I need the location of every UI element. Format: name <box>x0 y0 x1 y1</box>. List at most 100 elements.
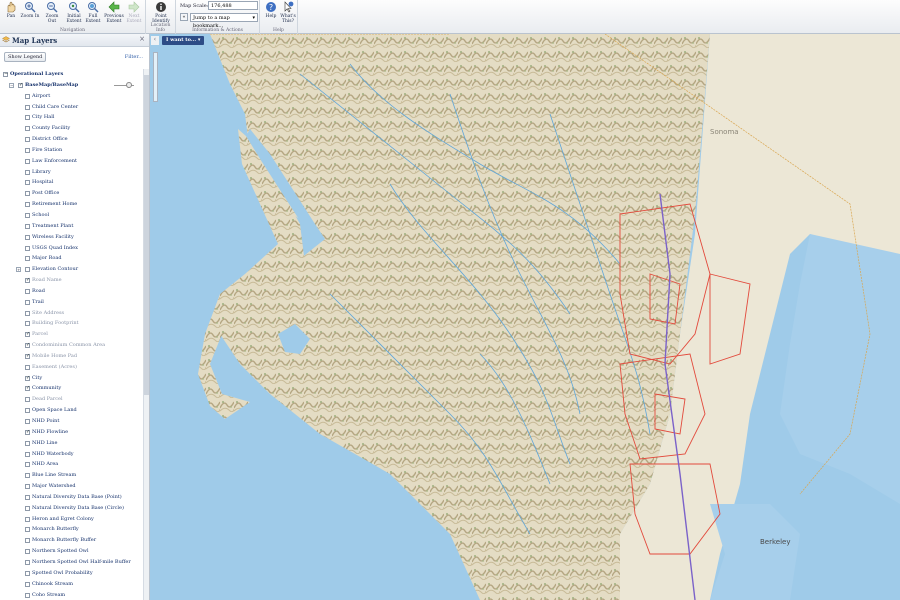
layer-checkbox[interactable] <box>25 245 30 251</box>
layer-row[interactable]: ✓ City <box>0 373 142 384</box>
layer-row[interactable]: Major Watershed <box>0 481 142 492</box>
layer-checkbox[interactable] <box>25 451 30 457</box>
opacity-slider-handle[interactable] <box>126 81 132 88</box>
layer-row[interactable]: Wireless Facility <box>0 232 142 243</box>
layer-row[interactable]: ✓ Condominium Common Area <box>0 340 142 351</box>
layer-checkbox[interactable] <box>25 115 30 121</box>
layer-row[interactable]: NHD Area <box>0 459 142 470</box>
zoom-slider[interactable] <box>153 52 158 102</box>
layer-row[interactable]: ✓ NHD Flowline <box>0 427 142 438</box>
layer-checkbox[interactable] <box>25 462 30 468</box>
layer-checkbox[interactable] <box>25 137 30 143</box>
layer-checkbox[interactable] <box>25 256 30 262</box>
collapse-icon[interactable]: − <box>9 82 14 88</box>
layer-checkbox[interactable] <box>25 93 30 99</box>
layer-row[interactable]: NHD Waterbody <box>0 449 142 460</box>
layer-checkbox[interactable] <box>25 549 30 555</box>
layer-checkbox[interactable] <box>25 288 30 294</box>
layer-checkbox[interactable] <box>25 310 30 316</box>
full-extent-button[interactable]: Full Extent <box>82 1 104 25</box>
show-legend-button[interactable]: Show Legend <box>4 52 47 62</box>
layer-checkbox[interactable] <box>25 538 30 544</box>
layer-row[interactable]: Site Address <box>0 308 142 319</box>
layer-checkbox[interactable] <box>25 570 30 576</box>
layer-checkbox[interactable]: ✓ <box>25 386 30 392</box>
layer-checkbox[interactable] <box>25 169 30 175</box>
layer-row[interactable]: ✓ Road Name <box>0 275 142 286</box>
layer-checkbox[interactable] <box>25 321 30 327</box>
layer-row[interactable]: Natural Diversity Data Base (Circle) <box>0 503 142 514</box>
map-view[interactable]: Sonoma Berkeley ‹ I want to... ▾ <box>150 34 900 600</box>
layer-checkbox[interactable] <box>25 147 30 153</box>
layer-checkbox[interactable] <box>25 484 30 490</box>
layer-checkbox[interactable] <box>25 158 30 164</box>
layer-row[interactable]: Monarch Butterfly <box>0 524 142 535</box>
layer-row[interactable]: Blue Line Stream <box>0 470 142 481</box>
layer-checkbox[interactable] <box>25 212 30 218</box>
layer-checkbox[interactable] <box>25 592 30 598</box>
layer-checkbox[interactable]: ✓ <box>25 429 30 435</box>
layer-row[interactable]: USGS Quad Index <box>0 243 142 254</box>
layer-checkbox[interactable] <box>25 223 30 229</box>
layer-tree-scrollbar[interactable] <box>143 69 149 600</box>
next-extent-button[interactable]: Next Extent <box>123 1 145 25</box>
layer-row[interactable]: Dead Parcel <box>0 394 142 405</box>
bookmark-back-button[interactable]: « <box>180 13 188 21</box>
layer-checkbox[interactable]: ✓ <box>25 353 30 359</box>
layer-checkbox[interactable]: ✓ <box>25 375 30 381</box>
layer-row[interactable]: Treatment Plant <box>0 221 142 232</box>
opacity-slider[interactable] <box>114 81 134 88</box>
layer-row[interactable]: Law Enforcement <box>0 156 142 167</box>
layer-checkbox[interactable] <box>25 397 30 403</box>
layer-row[interactable]: Fire Station <box>0 145 142 156</box>
layer-row[interactable]: County Facility <box>0 123 142 134</box>
layer-row[interactable]: School <box>0 210 142 221</box>
layer-checkbox[interactable]: ✓ <box>25 343 30 349</box>
previous-extent-button[interactable]: Previous Extent <box>103 1 125 25</box>
layer-row[interactable]: Road <box>0 286 142 297</box>
layer-row[interactable]: Northern Spotted Owl Half-mile Buffer <box>0 557 142 568</box>
layer-checkbox[interactable] <box>25 494 30 500</box>
layer-row[interactable]: − ✓ BaseMap/BaseMap <box>0 80 142 91</box>
layer-checkbox[interactable] <box>25 104 30 110</box>
layer-row[interactable]: Spotted Owl Probability <box>0 568 142 579</box>
layer-row[interactable]: Monarch Butterfly Buffer <box>0 535 142 546</box>
zoom-in-button[interactable]: Zoom In <box>19 1 41 25</box>
layer-row[interactable]: Major Road <box>0 253 142 264</box>
layer-checkbox[interactable] <box>25 364 30 370</box>
layer-row[interactable]: Airport <box>0 91 142 102</box>
layer-checkbox[interactable] <box>25 180 30 186</box>
i-want-to-button[interactable]: I want to... ▾ <box>162 36 205 45</box>
bookmark-select[interactable]: Jump to a map bookmark... ▾ <box>190 13 258 29</box>
layer-checkbox[interactable] <box>25 267 30 273</box>
layer-row[interactable]: ✓ Mobile Home Pad <box>0 351 142 362</box>
layer-row[interactable]: + Elevation Contour <box>0 264 142 275</box>
layer-row[interactable]: Coho Stream <box>0 590 142 600</box>
layer-row[interactable]: ✓ Parcel <box>0 329 142 340</box>
collapse-icon[interactable]: − <box>3 72 8 77</box>
map-scale-input[interactable]: 176,488 <box>208 1 258 10</box>
layer-checkbox[interactable] <box>25 408 30 414</box>
layer-row[interactable]: ✓ Community <box>0 383 142 394</box>
layer-row[interactable]: NHD Point <box>0 416 142 427</box>
whats-this-button[interactable]: What's This? <box>277 1 299 25</box>
layer-row[interactable]: Open Space Land <box>0 405 142 416</box>
layer-row[interactable]: Child Care Center <box>0 102 142 113</box>
layer-row[interactable]: City Hall <box>0 112 142 123</box>
zoom-out-button[interactable]: Zoom Out <box>41 1 63 25</box>
layer-checkbox[interactable] <box>25 440 30 446</box>
layer-checkbox[interactable] <box>25 505 30 511</box>
layer-checkbox[interactable] <box>25 581 30 587</box>
layer-row[interactable]: Building Footprint <box>0 318 142 329</box>
layer-checkbox[interactable] <box>25 126 30 132</box>
layer-row[interactable]: Library <box>0 167 142 178</box>
layer-row[interactable]: Hospital <box>0 177 142 188</box>
layer-checkbox[interactable]: ✓ <box>25 332 30 338</box>
collapse-panel-button[interactable]: ‹ <box>151 36 159 45</box>
layer-checkbox[interactable] <box>25 419 30 424</box>
layer-row[interactable]: Post Office <box>0 188 142 199</box>
layer-row[interactable]: Easement (Acres) <box>0 362 142 373</box>
layer-row[interactable]: −−Operational Layers <box>0 69 142 80</box>
layer-checkbox[interactable] <box>25 473 30 479</box>
layer-row[interactable]: Retirement Home <box>0 199 142 210</box>
